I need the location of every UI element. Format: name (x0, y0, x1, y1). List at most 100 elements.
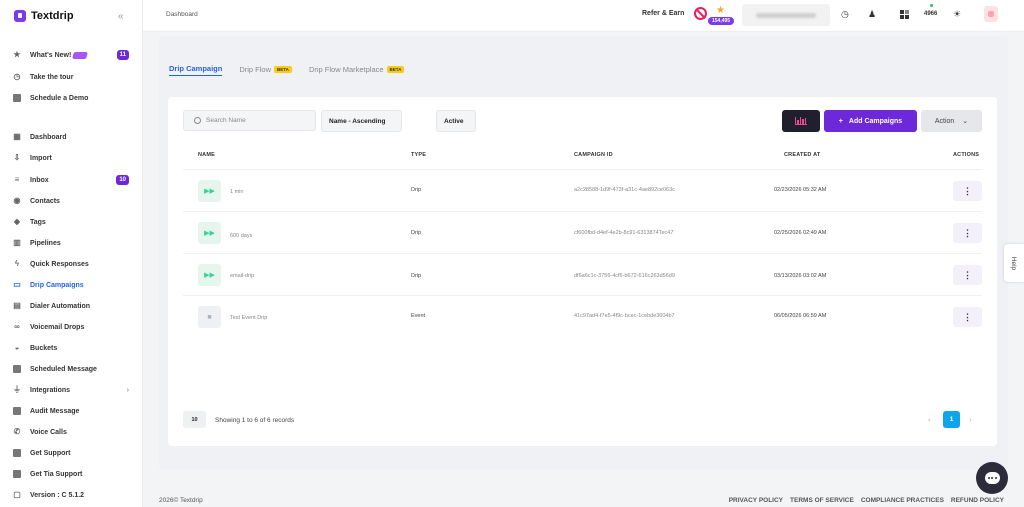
table-row[interactable]: ▶▶ email-drip Drip df6a6c1c-3756-4cf6-b6… (183, 253, 982, 295)
chevron-right-icon[interactable]: › (969, 415, 972, 424)
sidebar-item-label: Contacts (30, 197, 60, 205)
column-header-campaign-id[interactable]: CAMPAIGN ID (574, 152, 613, 158)
campaign-name[interactable]: Test Event Drip (230, 315, 267, 321)
history-icon[interactable]: ◷ (841, 9, 849, 20)
breadcrumb[interactable]: Dashboard (166, 11, 198, 18)
drip-play-icon: ▶▶ (198, 264, 221, 286)
column-header-type[interactable]: TYPE (411, 152, 426, 158)
sort-select[interactable]: Name - Ascending (321, 110, 402, 132)
sidebar-item-dialer-automation[interactable]: ▤ Dialer Automation (13, 298, 131, 314)
analytics-button[interactable] (782, 110, 820, 132)
sidebar-item-scheduled-message[interactable]: Scheduled Message (13, 361, 131, 377)
sidebar-item-label: Buckets (30, 344, 58, 352)
sidebar-item-label: Inbox (30, 176, 49, 184)
table-row[interactable]: ▶▶ 600 days Drip cf600fbd-d4ef-4e2b-8c91… (183, 211, 982, 253)
sidebar-item-voicemail-drops[interactable]: ∞ Voicemail Drops (13, 319, 131, 335)
inbox-icon: ≡ (14, 175, 20, 184)
status-select[interactable]: Active (436, 110, 476, 132)
compliance-practices-link[interactable]: COMPLIANCE PRACTICES (861, 497, 944, 504)
footer-links: PRIVACY POLICY TERMS OF SERVICE COMPLIAN… (729, 497, 1004, 504)
credits-badge[interactable]: 154,495 (708, 17, 735, 25)
campaign-name[interactable]: 1 min (230, 189, 243, 195)
sidebar-item-audit-message[interactable]: Audit Message (13, 403, 131, 419)
tab-drip-flow[interactable]: Drip Flow BETA (239, 62, 292, 76)
sidebar-item-get-support[interactable]: Get Support (13, 445, 131, 461)
sidebar-item-dashboard[interactable]: ▦ Dashboard (13, 129, 131, 145)
sidebar-item-inbox[interactable]: ≡ Inbox 10 (13, 172, 131, 188)
records-summary: Showing 1 to 6 of 6 records (215, 417, 295, 424)
sidebar-item-label: Dialer Automation (30, 302, 91, 310)
terms-of-service-link[interactable]: TERMS OF SERVICE (790, 497, 854, 504)
dnd-icon[interactable] (694, 7, 707, 20)
row-menu-button[interactable]: ⋮ (953, 223, 982, 243)
plus-icon: + (838, 117, 843, 125)
sidebar-item-label: Integrations (30, 386, 71, 394)
campaigns-card: Search Name Name - Ascending Active + Ad… (168, 97, 997, 446)
sidebar-item-buckets[interactable]: ◒ Buckets (13, 340, 131, 356)
sidebar-item-label: Dashboard (30, 133, 67, 141)
column-header-name[interactable]: NAME (198, 152, 215, 158)
sidebar-item-label: Get Tia Support (30, 470, 83, 478)
sidebar: Textdrip « ★ What's New! 11 ◷ Take the t… (0, 0, 143, 507)
sidebar-item-voice-calls[interactable]: ✆ Voice Calls (13, 424, 131, 440)
sidebar-item-label: Get Support (30, 449, 71, 457)
refer-earn-link[interactable]: Refer & Earn (642, 10, 684, 17)
sidebar-item-label: Pipelines (30, 239, 61, 247)
sidebar-item-import[interactable]: ⇩ Import (13, 150, 131, 166)
sun-icon[interactable]: ☀ (953, 9, 961, 20)
sort-value: Name - Ascending (329, 117, 386, 125)
phone-number-count[interactable]: 4966 (924, 11, 937, 17)
double-chevron-left-icon[interactable]: « (118, 11, 124, 22)
sidebar-item-quick-responses[interactable]: ϟ Quick Responses (13, 256, 131, 272)
sidebar-item-drip-campaigns[interactable]: ▭ Drip Campaigns (13, 277, 131, 293)
help-tab[interactable]: Help (1004, 244, 1024, 282)
privacy-policy-link[interactable]: PRIVACY POLICY (729, 497, 783, 504)
page-size-select[interactable]: 10 (183, 411, 206, 428)
campaign-name[interactable]: email-drip (230, 273, 254, 279)
sidebar-item-get-tia-support[interactable]: Get Tia Support (13, 466, 131, 482)
campaign-type: Drip (411, 187, 422, 193)
campaign-id: a2c28588-1d9f-473f-a31c-4ae892ce063c (574, 187, 675, 193)
chevron-left-icon[interactable]: ‹ (928, 415, 931, 424)
star-icon: ★ (13, 50, 21, 59)
app-logo[interactable]: Textdrip (14, 10, 74, 22)
tab-drip-campaign[interactable]: Drip Campaign (169, 62, 223, 76)
table-row[interactable]: ▶▶ 1 min Drip a2c28588-1d9f-473f-a31c-4a… (183, 169, 982, 211)
row-menu-button[interactable]: ⋮ (953, 307, 982, 327)
refund-policy-link[interactable]: REFUND POLICY (951, 497, 1004, 504)
action-dropdown[interactable]: Action ⌄ (921, 110, 982, 132)
row-menu-button[interactable]: ⋮ (953, 181, 982, 201)
sidebar-item-integrations[interactable]: ⏚ Integrations › (13, 382, 131, 398)
sidebar-item-pipelines[interactable]: ▥ Pipelines (13, 235, 131, 251)
account-selector[interactable] (742, 4, 830, 26)
table-row[interactable]: ■ Test Event Drip Event 41c97ad4-f7e5-4f… (183, 295, 982, 337)
apps-grid-icon[interactable] (900, 10, 909, 19)
chat-icon (13, 470, 21, 478)
page-button-current[interactable]: 1 (943, 411, 960, 428)
row-menu-button[interactable]: ⋮ (953, 265, 982, 285)
inbox-count: 10 (116, 175, 129, 185)
campaign-type: Drip (411, 273, 422, 279)
column-header-created-at[interactable]: CREATED AT (784, 152, 820, 158)
tab-drip-flow-marketplace[interactable]: Drip Flow Marketplace BETA (309, 62, 405, 76)
campaign-name[interactable]: 600 days (230, 233, 252, 239)
sidebar-item-whats-new[interactable]: ★ What's New! 11 (13, 47, 131, 63)
sidebar-item-contacts[interactable]: ◉ Contacts (13, 193, 131, 209)
sidebar-item-tags[interactable]: ◆ Tags (13, 214, 131, 230)
add-campaigns-button[interactable]: + Add Campaigns (824, 110, 917, 132)
sidebar-item-label: Version : C 5.1.2 (30, 491, 85, 499)
search-input[interactable]: Search Name (183, 110, 316, 131)
dashboard-icon: ▦ (13, 132, 21, 141)
bar-chart-icon (795, 117, 807, 125)
version-icon: ▢ (13, 490, 21, 499)
bell-icon[interactable]: ♟ (868, 9, 876, 20)
search-placeholder: Search Name (206, 117, 246, 124)
campaign-tabs: Drip Campaign Drip Flow BETA Drip Flow M… (169, 62, 405, 76)
voicemail-icon: ∞ (14, 322, 20, 331)
sidebar-item-schedule-demo[interactable]: Schedule a Demo (13, 90, 131, 106)
sidebar-item-take-the-tour[interactable]: ◷ Take the tour (13, 69, 131, 85)
import-icon: ⇩ (13, 153, 21, 162)
whats-new-count: 11 (116, 50, 129, 60)
drip-play-icon: ▶▶ (198, 180, 221, 202)
avatar[interactable] (984, 6, 998, 22)
